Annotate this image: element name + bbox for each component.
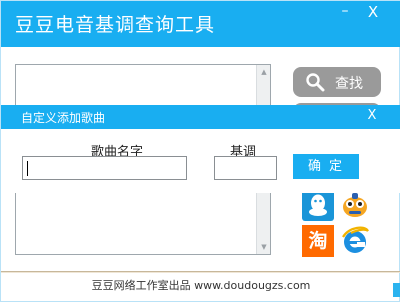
scroll-down-icon[interactable]: ▼	[257, 241, 271, 253]
key-input[interactable]	[214, 156, 277, 180]
song-name-input[interactable]	[22, 156, 187, 180]
qq-pet-icon[interactable]	[339, 189, 371, 221]
corner-badge	[393, 283, 400, 297]
close-button[interactable]: X	[365, 3, 381, 21]
add-song-dialog: 自定义添加歌曲 X 歌曲名字 基调 确定	[1, 105, 400, 193]
app-window: 豆豆电音基调查询工具 – X ▲ ▼ 查找 淘 豆豆网络工作室出品 www.do…	[0, 0, 400, 302]
search-button[interactable]: 查找	[293, 67, 381, 97]
text-caret	[27, 161, 28, 176]
magnifier-icon	[306, 73, 325, 92]
app-title: 豆豆电音基调查询工具	[15, 14, 216, 36]
minimize-button[interactable]: –	[337, 3, 353, 19]
dialog-title-bar[interactable]: 自定义添加歌曲 X	[1, 105, 400, 129]
title-bar[interactable]: 豆豆电音基调查询工具 – X	[1, 1, 400, 47]
scroll-up-icon[interactable]: ▲	[257, 66, 271, 78]
confirm-button[interactable]: 确定	[293, 154, 359, 179]
ie-browser-icon[interactable]	[339, 225, 371, 257]
dialog-close-button[interactable]: X	[365, 108, 379, 123]
qq-icon[interactable]	[302, 189, 334, 221]
footer-credit: 豆豆网络工作室出品 www.doudougzs.com	[91, 279, 311, 292]
search-button-label: 查找	[335, 76, 363, 92]
dialog-title: 自定义添加歌曲	[21, 111, 106, 125]
footer-divider	[1, 271, 400, 273]
taobao-icon[interactable]: 淘	[302, 225, 334, 257]
